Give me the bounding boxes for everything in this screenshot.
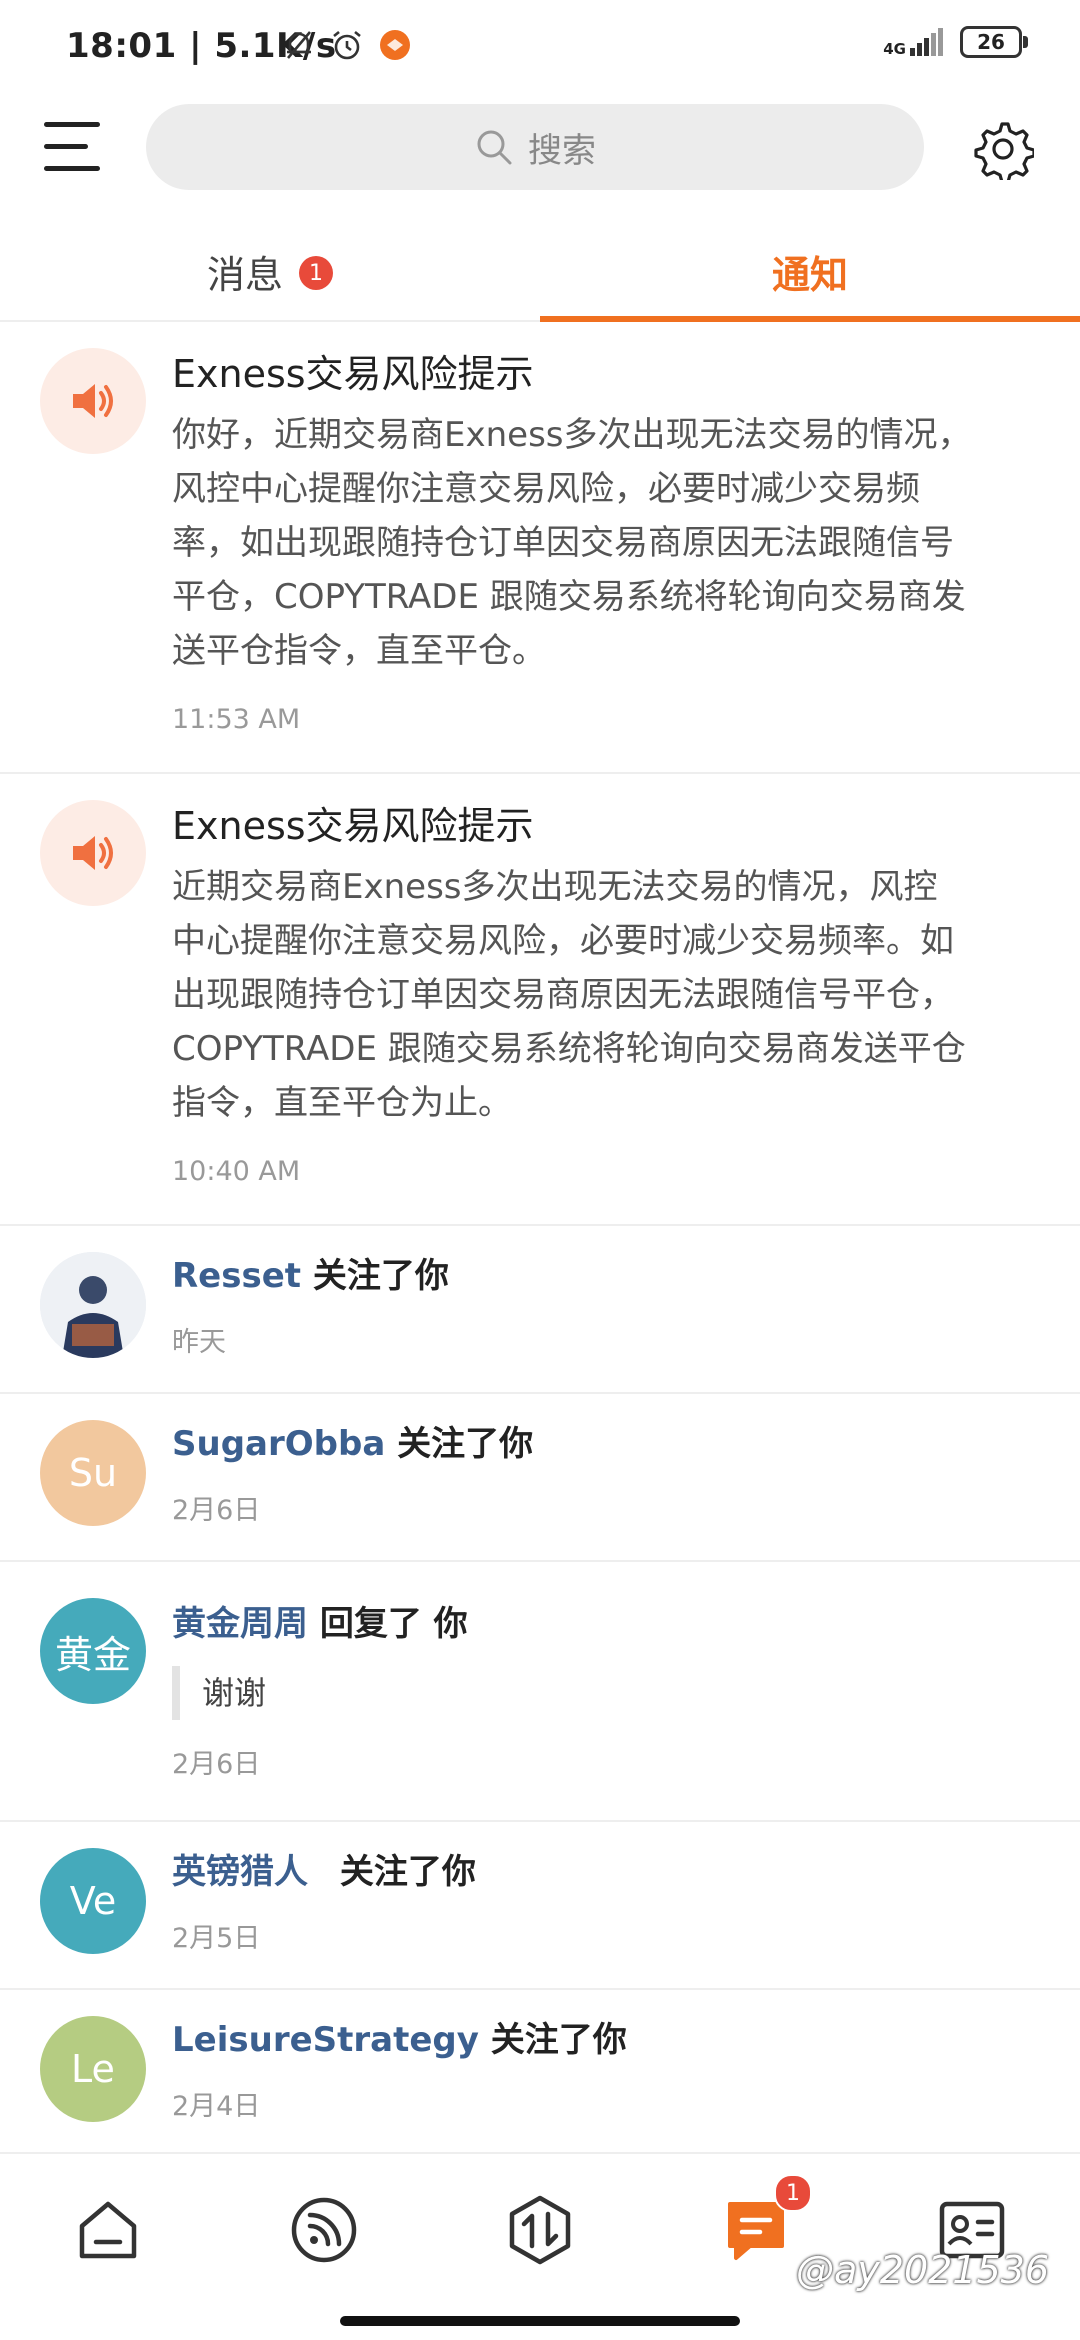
activity-action: 关注了你 (397, 1424, 534, 1464)
tab-messages[interactable]: 消息 1 (0, 224, 540, 320)
avatar-initials: 黄金 (54, 1632, 131, 1677)
mute-bell-icon (287, 31, 311, 59)
username-link[interactable]: 黄金周周 (172, 1604, 308, 1644)
notice-item[interactable]: Exness交易风险提示 你好，近期交易商Exness多次出现无法交易的情况， … (0, 322, 1080, 774)
notice-title: Exness交易风险提示 (172, 804, 534, 848)
activity-content: SugarObba 关注了你 2月6日 (172, 1422, 1050, 1527)
battery-indicator: 26 (960, 26, 1028, 58)
notification-list: Exness交易风险提示 你好，近期交易商Exness多次出现无法交易的情况， … (0, 322, 1080, 2158)
avatar-initials: Ve (69, 1879, 117, 1923)
notice-avatar (40, 800, 146, 906)
home-icon[interactable] (72, 2194, 144, 2266)
notice-content: Exness交易风险提示 你好，近期交易商Exness多次出现无法交易的情况， … (172, 350, 1050, 735)
body-line: 指令，直至平仓为止。 (172, 1083, 512, 1123)
avatar[interactable]: Ve (40, 1848, 146, 1954)
activity-item[interactable]: Le LeisureStrategy 关注了你 2月4日 (0, 1990, 1080, 2158)
activity-item[interactable]: Resset 关注了你 昨天 (0, 1226, 1080, 1394)
feed-icon[interactable] (288, 2194, 360, 2266)
app-notification-icon (380, 30, 410, 60)
body-line: 送平仓指令，直至平仓。 (172, 631, 546, 671)
status-notification-icons (282, 28, 412, 62)
activity-time: 2月4日 (172, 2091, 261, 2122)
activity-text: Resset 关注了你 (172, 1254, 1050, 1298)
username-link[interactable]: LeisureStrategy (172, 2020, 479, 2060)
activity-time: 2月6日 (172, 1749, 261, 1780)
activity-text: 英镑猎人 关注了你 (172, 1850, 1050, 1894)
activity-content: 英镑猎人 关注了你 2月5日 (172, 1850, 1050, 1955)
notice-body: 你好，近期交易商Exness多次出现无法交易的情况， 风控中心提醒你注意交易风险… (172, 408, 1050, 678)
menu-line (44, 144, 88, 149)
activity-text: SugarObba 关注了你 (172, 1422, 1050, 1466)
body-line: 平仓，COPYTRADE 跟随交易系统将轮询向交易商发 (172, 577, 966, 617)
activity-content: Resset 关注了你 昨天 (172, 1254, 1050, 1359)
body-line: 风控中心提醒你注意交易风险，必要时减少交易频 (172, 469, 920, 509)
avatar[interactable]: Su (40, 1420, 146, 1526)
activity-action: 关注了你 (490, 2020, 627, 2060)
top-bar: 搜索 (0, 100, 1080, 196)
unread-badge: 1 (299, 256, 333, 290)
username-link[interactable]: SugarObba (172, 1424, 385, 1464)
notice-time: 11:53 AM (172, 704, 301, 735)
speaker-icon (73, 384, 113, 418)
notice-item[interactable]: Exness交易风险提示 近期交易商Exness多次出现无法交易的情况，风控 中… (0, 774, 1080, 1226)
gear-icon[interactable] (972, 118, 1034, 180)
network-type: 4G (883, 40, 906, 58)
search-icon (477, 130, 512, 165)
username-link[interactable]: Resset (172, 1256, 301, 1296)
activity-text: LeisureStrategy 关注了你 (172, 2018, 1050, 2062)
body-line: COPYTRADE 跟随交易系统将轮询向交易商发送平仓 (172, 1029, 966, 1069)
tab-notifications[interactable]: 通知 (540, 224, 1080, 320)
notice-time: 10:40 AM (172, 1156, 301, 1187)
speaker-icon (73, 836, 113, 870)
alarm-icon (333, 30, 361, 60)
activity-time: 2月5日 (172, 1923, 261, 1954)
avatar[interactable]: 黄金 (40, 1598, 146, 1704)
body-line: 你好，近期交易商Exness多次出现无法交易的情况， (172, 415, 972, 455)
activity-item[interactable]: Ve 英镑猎人 关注了你 2月5日 (0, 1822, 1080, 1990)
avatar[interactable] (40, 1252, 146, 1358)
activity-item[interactable]: Su SugarObba 关注了你 2月6日 (0, 1394, 1080, 1562)
activity-item[interactable]: 黄金 黄金周周 回复了 你 谢谢 2月6日 (0, 1562, 1080, 1822)
body-line: 中心提醒你注意交易风险，必要时减少交易频率。如 (172, 921, 954, 961)
search-bar[interactable]: 搜索 (146, 104, 924, 190)
menu-line (44, 122, 100, 127)
status-right: 4G 26 (883, 26, 1028, 58)
reply-quote: 谢谢 (172, 1666, 1050, 1720)
trade-icon[interactable] (504, 2194, 576, 2266)
menu-button[interactable] (44, 122, 104, 174)
activity-text: 黄金周周 回复了 你 (172, 1602, 1050, 1646)
activity-content: 黄金周周 回复了 你 谢谢 2月6日 (172, 1602, 1050, 1781)
tab-label: 通知 (771, 253, 848, 297)
notice-title: Exness交易风险提示 (172, 352, 534, 396)
tab-label: 消息 (206, 253, 283, 297)
notice-avatar (40, 348, 146, 454)
avatar[interactable]: Le (40, 2016, 146, 2122)
activity-time: 2月6日 (172, 1495, 261, 1526)
avatar-initials: Le (71, 2047, 115, 2091)
user-photo (40, 1252, 146, 1358)
clock-text: 18:01 (66, 26, 177, 66)
avatar-initials: Su (68, 1451, 118, 1495)
status-bar: 18:01 | 5.1K/s 4G 26 (0, 0, 1080, 96)
watermark: @ay2021536 (796, 2248, 1050, 2292)
notice-body: 近期交易商Exness多次出现无法交易的情况，风控 中心提醒你注意交易风险，必要… (172, 860, 1050, 1130)
body-line: 出现跟随持仓订单因交易商原因无法跟随信号平仓， (172, 975, 954, 1015)
notice-content: Exness交易风险提示 近期交易商Exness多次出现无法交易的情况，风控 中… (172, 802, 1050, 1187)
messages-nav-button[interactable]: 1 (720, 2174, 812, 2266)
tab-bar: 消息 1 通知 (0, 224, 1080, 322)
activity-action: 关注了你 (339, 1852, 476, 1892)
menu-line (44, 166, 100, 171)
body-line: 近期交易商Exness多次出现无法交易的情况，风控 (172, 867, 938, 907)
signal-icon (910, 28, 943, 56)
network-indicator: 4G (883, 28, 944, 58)
username-link[interactable]: 英镑猎人 (172, 1852, 308, 1892)
body-line: 率，如出现跟随持仓订单因交易商原因无法跟随信号 (172, 523, 954, 563)
search-placeholder: 搜索 (528, 130, 596, 171)
activity-action: 回复了 你 (319, 1604, 468, 1644)
activity-action: 关注了你 (312, 1256, 449, 1296)
activity-time: 昨天 (172, 1327, 226, 1358)
activity-content: LeisureStrategy 关注了你 2月4日 (172, 2018, 1050, 2123)
unread-badge: 1 (774, 2174, 812, 2212)
home-indicator[interactable] (340, 2316, 740, 2326)
